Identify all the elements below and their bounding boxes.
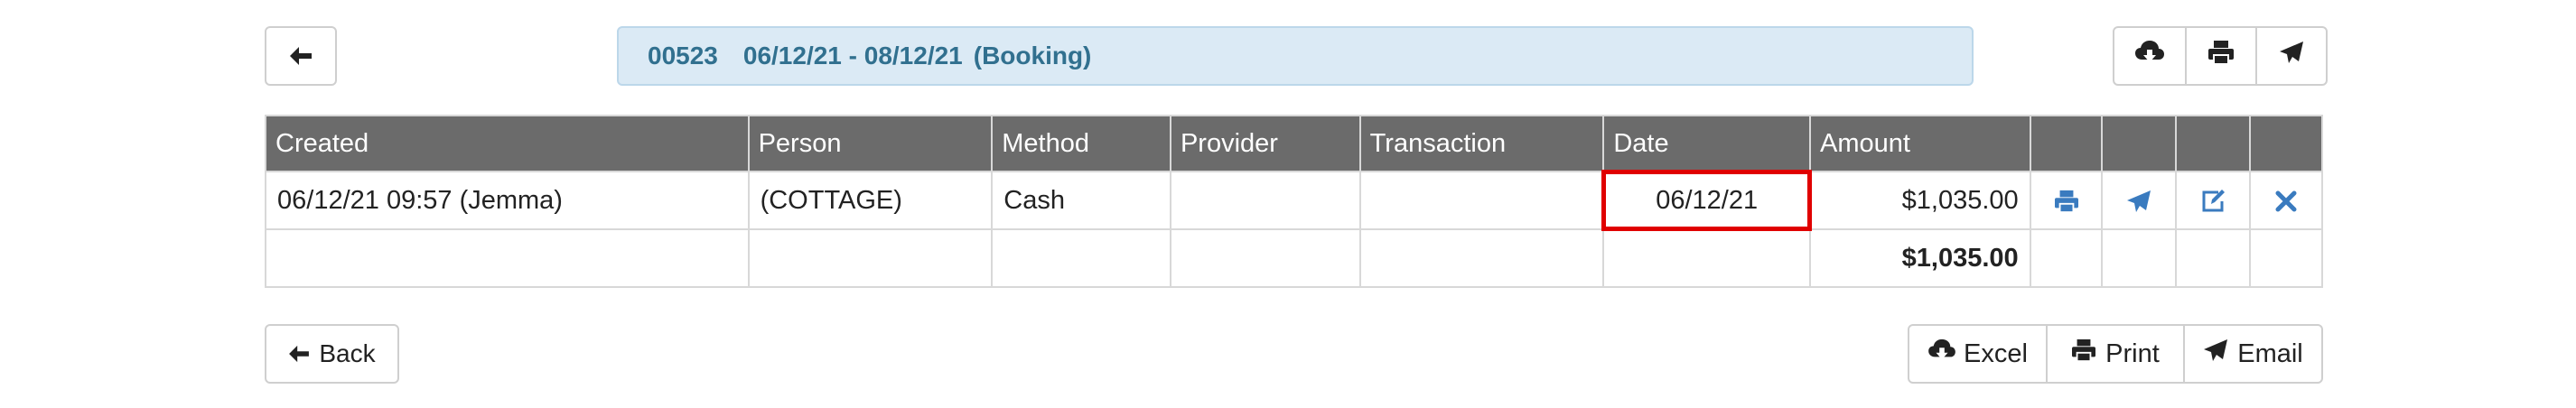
excel-button[interactable]: Excel [1908,324,2048,384]
booking-type: (Booking) [973,42,1092,70]
table-header-row: Created Person Method Provider Transacti… [265,115,2323,172]
cell-date: 06/12/21 [1601,170,1812,231]
printer-icon [2207,40,2235,72]
booking-info-bar: 00523 06/12/21 - 08/12/21 (Booking) [617,26,1974,86]
col-action-delete [2249,115,2323,172]
total-amount: $1,035.00 [1808,228,2031,288]
back-button-label: Back [319,339,376,367]
cell-created: 06/12/21 09:57 (Jemma) [265,171,750,230]
cell-transaction [1358,171,1605,230]
printer-icon [2053,186,2080,215]
arrow-left-icon [289,46,313,66]
booking-ref: 00523 [648,42,718,70]
email-button[interactable]: Email [2183,324,2323,384]
email-button-label: Email [2237,338,2303,368]
booking-date-range: 06/12/21 - 08/12/21 [742,42,963,70]
paper-plane-icon [2279,41,2304,71]
cloud-download-icon [1927,338,1956,369]
col-action-print [2029,115,2104,172]
back-button[interactable]: Back [265,324,399,384]
paper-plane-icon [2126,186,2151,215]
col-amount: Amount [1808,115,2031,172]
print-button-label: Print [2105,338,2160,368]
col-action-edit [2175,115,2252,172]
download-button[interactable] [2113,26,2187,86]
edit-icon [2200,186,2226,215]
col-method: Method [991,115,1171,172]
bottom-actions-group: Excel Print Email [1908,324,2323,384]
paper-plane-icon [2203,338,2228,369]
table-total-row: $1,035.00 [265,228,2323,288]
row-edit-button[interactable] [2175,171,2252,230]
col-transaction: Transaction [1358,115,1605,172]
row-send-button[interactable] [2101,171,2178,230]
cell-amount: $1,035.00 [1808,171,2031,230]
printer-icon [2071,338,2096,369]
col-person: Person [747,115,994,172]
arrow-left-icon [288,345,310,363]
col-action-send [2101,115,2178,172]
cell-person: (COTTAGE) [747,171,994,230]
payments-table: Created Person Method Provider Transacti… [265,115,2323,288]
row-delete-button[interactable] [2249,171,2323,230]
print-button-top[interactable] [2185,26,2257,86]
top-actions-group [2113,26,2328,86]
close-icon [2275,186,2297,215]
col-provider: Provider [1169,115,1361,172]
back-arrow-button[interactable] [265,26,337,86]
col-created: Created [265,115,750,172]
cloud-download-icon [2134,40,2165,72]
cell-method: Cash [991,171,1171,230]
cell-provider [1169,171,1361,230]
print-button[interactable]: Print [2046,324,2185,384]
send-button-top[interactable] [2255,26,2328,86]
table-row: 06/12/21 09:57 (Jemma) (COTTAGE) Cash 06… [265,170,2323,231]
excel-button-label: Excel [1964,338,2028,368]
row-print-button[interactable] [2029,171,2104,230]
col-date: Date [1602,115,1811,172]
